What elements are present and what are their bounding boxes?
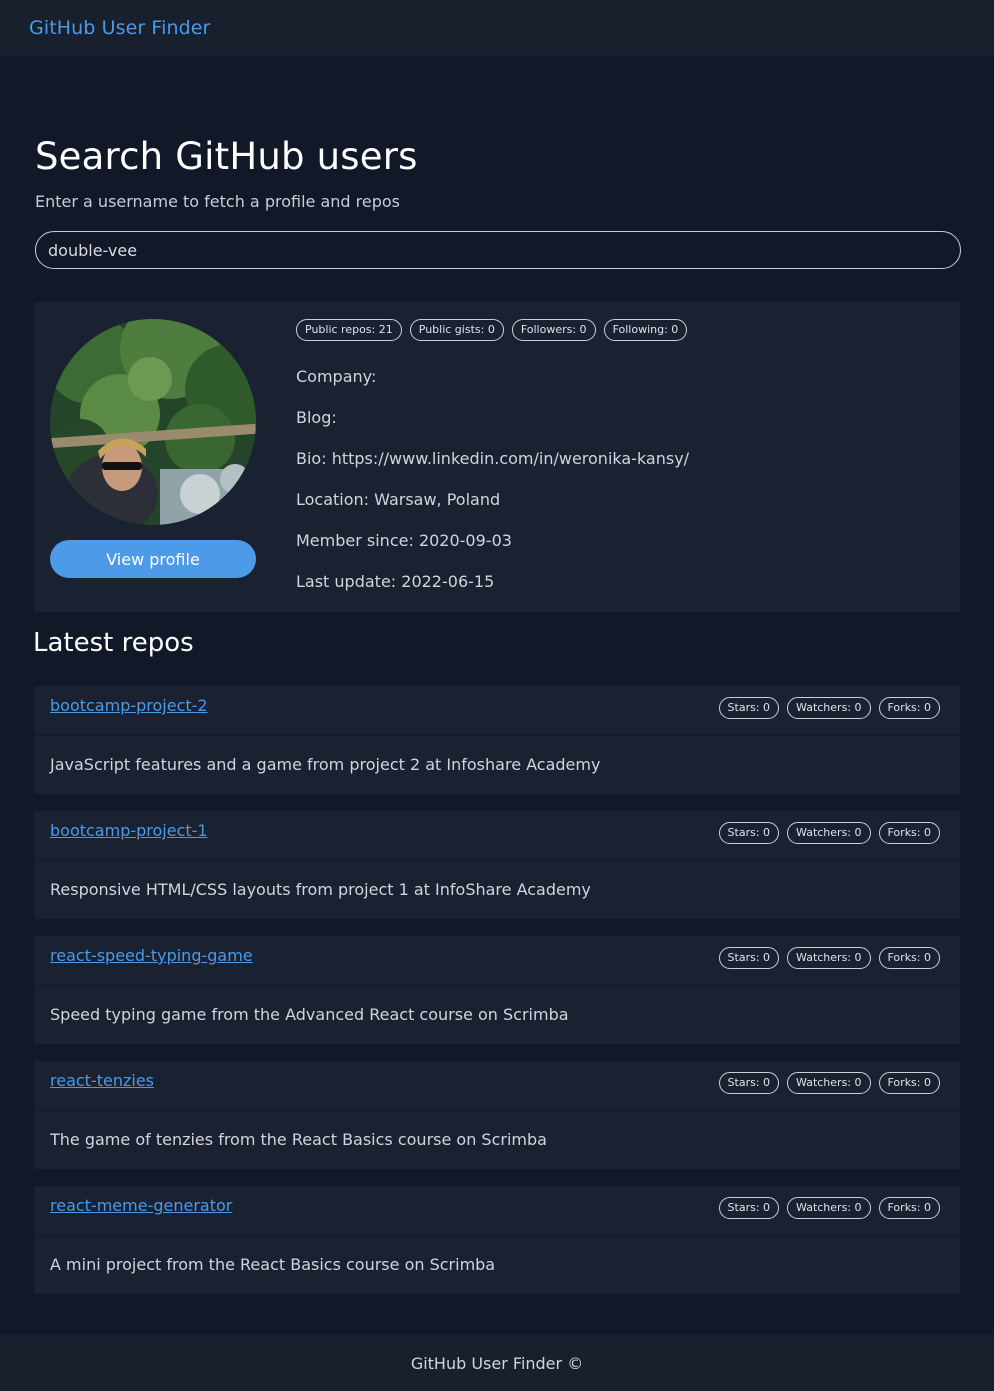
repo-description: Speed typing game from the Advanced Reac… [50, 1005, 569, 1024]
repo-stats: Stars: 0 Watchers: 0 Forks: 0 [718, 947, 940, 969]
repo-link[interactable]: react-speed-typing-game [50, 946, 253, 965]
navbar: GitHub User Finder [0, 0, 994, 56]
search-subtitle: Enter a username to fetch a profile and … [35, 192, 400, 211]
watchers-badge: Watchers: 0 [787, 1072, 871, 1094]
repo-description: A mini project from the React Basics cou… [50, 1255, 496, 1274]
profile-stats: Public repos: 21 Public gists: 0 Followe… [296, 319, 688, 341]
repo-link[interactable]: bootcamp-project-2 [50, 696, 208, 715]
repo-card: react-tenzies Stars: 0 Watchers: 0 Forks… [34, 1061, 960, 1169]
forks-badge: Forks: 0 [878, 1197, 940, 1219]
repo-stats: Stars: 0 Watchers: 0 Forks: 0 [718, 1197, 940, 1219]
stars-badge: Stars: 0 [718, 822, 780, 844]
username-search-input[interactable] [35, 231, 961, 269]
public-repos-badge: Public repos: 21 [296, 319, 402, 341]
brand-link[interactable]: GitHub User Finder [29, 17, 210, 39]
member-since-line: Member since: 2020-09-03 [296, 531, 512, 550]
latest-repos-title: Latest repos [33, 628, 194, 658]
repo-list: bootcamp-project-2 Stars: 0 Watchers: 0 … [34, 686, 960, 1311]
forks-badge: Forks: 0 [878, 822, 940, 844]
profile-details: Company: Blog: Bio: https://www.linkedin… [296, 366, 936, 612]
footer: GitHub User Finder © [0, 1335, 994, 1391]
company-line: Company: [296, 367, 377, 386]
following-badge: Following: 0 [603, 319, 688, 341]
profile-card: View profile Public repos: 21 Public gis… [34, 302, 960, 612]
watchers-badge: Watchers: 0 [787, 822, 871, 844]
repo-link[interactable]: bootcamp-project-1 [50, 821, 208, 840]
repo-header: react-tenzies Stars: 0 Watchers: 0 Forks… [34, 1061, 960, 1111]
followers-badge: Followers: 0 [511, 319, 596, 341]
stars-badge: Stars: 0 [718, 697, 780, 719]
forks-badge: Forks: 0 [878, 1072, 940, 1094]
repo-stats: Stars: 0 Watchers: 0 Forks: 0 [718, 822, 940, 844]
repo-header: react-speed-typing-game Stars: 0 Watcher… [34, 936, 960, 986]
watchers-badge: Watchers: 0 [787, 697, 871, 719]
repo-link[interactable]: react-tenzies [50, 1071, 154, 1090]
repo-card: bootcamp-project-2 Stars: 0 Watchers: 0 … [34, 686, 960, 794]
location-line: Location: Warsaw, Poland [296, 490, 501, 509]
stars-badge: Stars: 0 [718, 1197, 780, 1219]
public-gists-badge: Public gists: 0 [409, 319, 504, 341]
bio-line: Bio: https://www.linkedin.com/in/weronik… [296, 449, 690, 468]
repo-stats: Stars: 0 Watchers: 0 Forks: 0 [718, 1072, 940, 1094]
repo-header: bootcamp-project-1 Stars: 0 Watchers: 0 … [34, 811, 960, 861]
repo-description: JavaScript features and a game from proj… [50, 755, 601, 774]
watchers-badge: Watchers: 0 [787, 947, 871, 969]
repo-card: react-speed-typing-game Stars: 0 Watcher… [34, 936, 960, 1044]
footer-text: GitHub User Finder © [410, 1353, 584, 1373]
repo-description: Responsive HTML/CSS layouts from project… [50, 880, 591, 899]
repo-header: bootcamp-project-2 Stars: 0 Watchers: 0 … [34, 686, 960, 736]
blog-line: Blog: [296, 408, 337, 427]
repo-link[interactable]: react-meme-generator [50, 1196, 232, 1215]
repo-card: react-meme-generator Stars: 0 Watchers: … [34, 1186, 960, 1294]
forks-badge: Forks: 0 [878, 697, 940, 719]
search-section: Search GitHub users Enter a username to … [34, 122, 961, 282]
view-profile-button[interactable]: View profile [50, 540, 256, 578]
avatar [50, 319, 256, 525]
stars-badge: Stars: 0 [718, 947, 780, 969]
watchers-badge: Watchers: 0 [787, 1197, 871, 1219]
repo-stats: Stars: 0 Watchers: 0 Forks: 0 [718, 697, 940, 719]
repo-header: react-meme-generator Stars: 0 Watchers: … [34, 1186, 960, 1236]
repo-card: bootcamp-project-1 Stars: 0 Watchers: 0 … [34, 811, 960, 919]
last-update-line: Last update: 2022-06-15 [296, 572, 495, 591]
repo-description: The game of tenzies from the React Basic… [50, 1130, 547, 1149]
stars-badge: Stars: 0 [718, 1072, 780, 1094]
search-title: Search GitHub users [35, 135, 418, 178]
forks-badge: Forks: 0 [878, 947, 940, 969]
avatar-photo [50, 319, 256, 525]
